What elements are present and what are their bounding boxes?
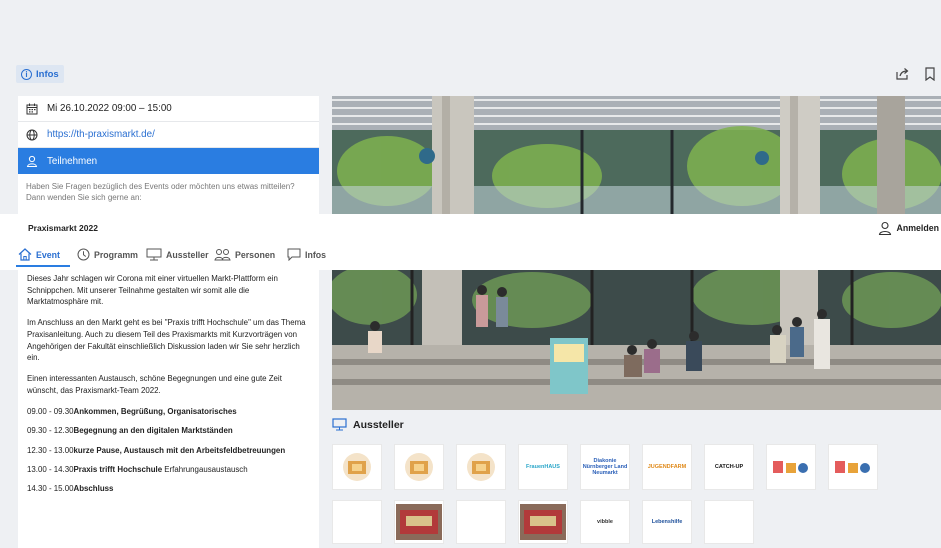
- schedule-title: Abschluss: [73, 484, 114, 494]
- photo-logo-icon: [520, 504, 566, 540]
- schedule-title: Begegnung an den digitalen Marktständen: [73, 426, 233, 436]
- website-link[interactable]: https://th-praxismarkt.de/: [47, 129, 155, 140]
- exhibitors-heading-label: Aussteller: [353, 418, 404, 431]
- website-row[interactable]: https://th-praxismarkt.de/: [18, 122, 319, 148]
- schedule-time: 12.30 - 13.00: [27, 445, 74, 455]
- stand-icon: [332, 418, 347, 431]
- event-description: Dieses Jahr schlagen wir Corona mit eine…: [18, 270, 319, 548]
- schedule-title: Praxis trifft Hochschule: [73, 465, 163, 475]
- user-icon: [879, 221, 892, 235]
- schedule-title: Ankommen, Begrüßung, Organisatorisches: [73, 407, 237, 417]
- tab-event[interactable]: Event: [18, 248, 60, 261]
- tab-aussteller[interactable]: Aussteller: [146, 248, 209, 261]
- schedule-time: 14.30 - 15.00: [27, 484, 74, 494]
- schedule-item: 14.30 - 15.00 Abschluss: [27, 483, 311, 494]
- schedule-time: 13.00 - 14.30: [27, 465, 74, 475]
- exhibitor-logo[interactable]: [456, 500, 506, 544]
- user-icon: [26, 155, 38, 167]
- schedule-item: 09.30 - 12.30 Begegnung an den digitalen…: [27, 425, 311, 436]
- exhibitor-logo-text: FrauenHAUS: [526, 464, 560, 470]
- exhibitors-heading: Aussteller: [332, 418, 404, 431]
- exhibitor-logo[interactable]: CATCH-UP: [704, 444, 754, 490]
- tab-programm[interactable]: Programm: [77, 248, 138, 261]
- join-button[interactable]: Teilnehmen: [18, 148, 319, 174]
- calendar-icon: [26, 103, 38, 114]
- event-title: Praxismarkt 2022: [28, 223, 98, 233]
- event-title-bar: Praxismarkt 2022 Anmelden: [0, 214, 941, 242]
- people-icon: [214, 249, 231, 261]
- tab-event-label: Event: [36, 249, 60, 260]
- clock-icon: [77, 248, 90, 261]
- join-label: Teilnehmen: [47, 155, 98, 167]
- exhibitor-logo-text: Diakonie Nürnberger Land Neumarkt: [582, 458, 628, 476]
- tab-bar: Event Programm Aussteller Personen Infos: [0, 242, 941, 270]
- exhibitor-logo[interactable]: [704, 500, 754, 544]
- exhibitor-logo-text: JUGENDFARM: [647, 464, 687, 470]
- event-photo-lower: [332, 270, 941, 410]
- schedule-time: 09.00 - 09.30: [27, 407, 74, 417]
- tab-infos-label: Infos: [305, 249, 327, 260]
- tab-aussteller-label: Aussteller: [166, 249, 209, 260]
- exhibitor-logo[interactable]: Lebenshilfe: [642, 500, 692, 544]
- login-label: Anmelden: [896, 223, 939, 233]
- event-photo: [332, 96, 941, 214]
- exhibitor-logo-text: CATCH-UP: [714, 464, 744, 470]
- photo-logo-icon: [396, 504, 442, 540]
- exhibitor-logo[interactable]: [456, 444, 506, 490]
- exhibitor-logo[interactable]: Diakonie Nürnberger Land Neumarkt: [580, 444, 630, 490]
- schedule-extra: Erfahrungausaustausch: [162, 465, 248, 475]
- infos-chip[interactable]: i Infos: [16, 65, 64, 83]
- schedule-title: kurze Pause, Austausch mit den Arbeitsfe…: [73, 445, 286, 455]
- description-paragraph-3: Einen interessanten Austausch, schöne Be…: [27, 374, 282, 395]
- login-button[interactable]: Anmelden: [878, 221, 939, 235]
- question-text: Haben Sie Fragen bezüglich des Events od…: [26, 182, 295, 202]
- schedule-time: 09.30 - 12.30: [27, 426, 74, 436]
- chat-icon: [287, 248, 301, 261]
- exhibitor-logo-text: Lebenshilfe: [651, 519, 683, 525]
- home-icon: [18, 248, 32, 261]
- active-tab-indicator: [16, 265, 70, 267]
- stand-icon: [146, 248, 162, 261]
- exhibitor-logo[interactable]: FrauenHAUS: [518, 444, 568, 490]
- exhibitor-logo[interactable]: [332, 500, 382, 544]
- info-icon: i: [21, 68, 32, 80]
- exhibitor-logo[interactable]: [332, 444, 382, 490]
- logo-icon: [835, 461, 870, 473]
- exhibitor-logo[interactable]: [394, 444, 444, 490]
- top-bar: i Infos: [0, 0, 941, 92]
- folder-logo-icon: [405, 453, 433, 481]
- description-paragraph-1: Dieses Jahr schlagen wir Corona mit eine…: [27, 274, 278, 307]
- schedule-item: 12.30 - 13.00 kurze Pause, Austausch mit…: [27, 445, 311, 456]
- date-row: Mi 26.10.2022 09:00 – 15:00: [18, 96, 319, 122]
- folder-logo-icon: [467, 453, 495, 481]
- tab-personen[interactable]: Personen: [214, 248, 275, 261]
- globe-icon: [26, 129, 38, 140]
- exhibitor-logo[interactable]: [394, 500, 444, 544]
- tab-programm-label: Programm: [94, 249, 138, 260]
- info-card: Mi 26.10.2022 09:00 – 15:00 https://th-p…: [18, 96, 319, 214]
- exhibitor-logo-text: vibble: [597, 519, 613, 525]
- event-date: Mi 26.10.2022 09:00 – 15:00: [47, 103, 172, 114]
- schedule-item: 09.00 - 09.30 Ankommen, Begrüßung, Organ…: [27, 406, 311, 417]
- bookmark-icon[interactable]: [924, 67, 936, 81]
- schedule-item: 13.00 - 14.30 Praxis trifft Hochschule E…: [27, 464, 311, 475]
- folder-logo-icon: [343, 453, 371, 481]
- exhibitor-logo[interactable]: [518, 500, 568, 544]
- logo-icon: [773, 461, 808, 473]
- infos-chip-label: Infos: [36, 68, 59, 80]
- exhibitor-logo[interactable]: JUGENDFARM: [642, 444, 692, 490]
- exhibitor-logo[interactable]: [766, 444, 816, 490]
- tab-infos[interactable]: Infos: [287, 248, 326, 261]
- share-icon[interactable]: [895, 67, 909, 81]
- description-paragraph-2: Im Anschluss an den Markt geht es bei "P…: [27, 318, 306, 363]
- tab-personen-label: Personen: [235, 249, 276, 260]
- exhibitor-logo[interactable]: vibble: [580, 500, 630, 544]
- exhibitor-logo[interactable]: [828, 444, 878, 490]
